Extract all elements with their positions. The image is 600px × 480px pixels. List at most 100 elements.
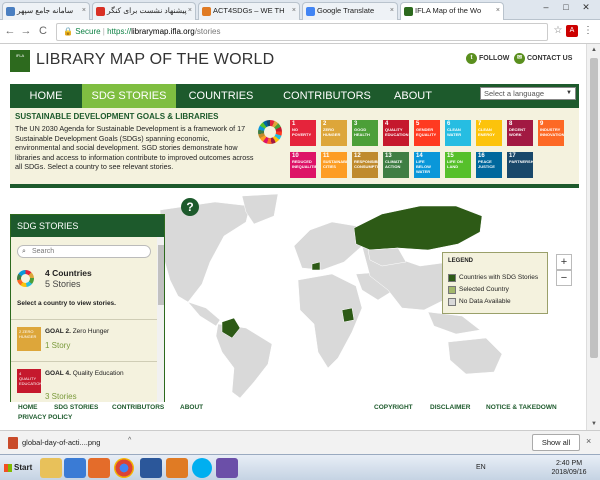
footer-home-link[interactable]: HOME (18, 404, 38, 411)
scroll-down-icon[interactable]: ▼ (587, 418, 600, 430)
tab-favicon-icon (96, 7, 105, 16)
help-icon[interactable]: ? (181, 198, 199, 216)
language-indicator[interactable]: EN (476, 464, 486, 471)
browser-tab[interactable]: سامانه جامع سپهر × (2, 2, 90, 20)
browser-menu-icon[interactable]: ⋮ (582, 25, 594, 37)
follow-link[interactable]: t FOLLOW (466, 53, 509, 64)
panel-scroll-thumb[interactable] (158, 245, 164, 305)
land-australia[interactable] (447, 337, 503, 375)
goal-story-count[interactable]: 1 Story (45, 341, 70, 350)
browser-tab-active[interactable]: IFLA Map of the Wo × (400, 2, 504, 20)
sdg-goal-8-tile[interactable]: 8 DECENT WORK (507, 120, 533, 146)
app-icon[interactable] (166, 458, 188, 478)
tab-close-icon[interactable]: × (188, 3, 192, 19)
scroll-up-icon[interactable]: ▲ (587, 44, 600, 56)
land-europe[interactable] (293, 221, 363, 271)
sdg-goal-15-tile[interactable]: 15 LIFE ON LAND (445, 152, 471, 178)
footer-notice-link[interactable]: NOTICE & TAKEDOWN (486, 404, 557, 411)
land-southeast-asia[interactable] (427, 311, 481, 335)
show-all-button[interactable]: Show all (532, 434, 580, 451)
land-north-america[interactable] (159, 201, 251, 303)
clock-date: 2018/09/16 (551, 469, 587, 476)
window-maximize-button[interactable]: □ (558, 2, 574, 14)
zoom-out-button[interactable]: − (556, 270, 572, 286)
nav-sdg-stories[interactable]: SDG STORIES (82, 84, 176, 108)
panel-scrollbar[interactable] (157, 237, 164, 402)
nav-home[interactable]: HOME (10, 84, 82, 108)
forward-arrow-icon[interactable]: → (20, 25, 32, 37)
star-bookmark-icon[interactable]: ☆ (552, 25, 564, 37)
nav-contributors[interactable]: CONTRIBUTORS (266, 84, 388, 108)
contact-link[interactable]: ✉ CONTACT US (514, 53, 572, 64)
land-africa[interactable] (297, 273, 363, 369)
footer-disclaimer-link[interactable]: DISCLAIMER (430, 404, 470, 411)
sdg-goal-16-tile[interactable]: 16 PEACE JUSTICE (476, 152, 502, 178)
window-minimize-button[interactable]: – (538, 2, 554, 14)
sdg-goal-5-tile[interactable]: 5 GENDER EQUALITY (414, 120, 440, 146)
reload-icon[interactable]: C (37, 25, 49, 37)
sdg-goal-6-tile[interactable]: 6 CLEAN WATER (445, 120, 471, 146)
tab-close-icon[interactable]: × (82, 3, 86, 19)
system-clock[interactable]: 2:40 PM 2018/09/16 (548, 459, 590, 477)
tab-close-icon[interactable]: × (390, 3, 394, 19)
land-russia[interactable] (353, 205, 483, 251)
footer-privacy-link[interactable]: PRIVACY POLICY (18, 414, 72, 421)
legend-swatch (448, 274, 456, 282)
footer-copyright-link[interactable]: COPYRIGHT (374, 404, 413, 411)
word-icon[interactable] (140, 458, 162, 478)
goal-label: CLEAN WATER (447, 127, 462, 137)
zoom-in-button[interactable]: + (556, 254, 572, 270)
media-player-icon[interactable] (88, 458, 110, 478)
sdg-goal-12-tile[interactable]: 12RESPONSIBLE CONSUMPTION (352, 152, 378, 178)
chrome-icon[interactable] (114, 458, 134, 478)
windows-logo-icon (4, 464, 12, 472)
sdg-goal-1-tile[interactable]: 1 NO POVERTY (290, 120, 316, 146)
sdg-goal-11-tile[interactable]: 11SUSTAINABLE CITIES (321, 152, 347, 178)
footer-sdg-stories-link[interactable]: SDG STORIES (54, 404, 98, 411)
sdg-goal-13-tile[interactable]: 13 CLIMATE ACTION (383, 152, 409, 178)
ifla-logo[interactable]: IFLA (10, 50, 30, 72)
app-icon[interactable] (216, 458, 238, 478)
tab-close-icon[interactable]: × (292, 3, 296, 19)
skype-icon[interactable] (192, 458, 212, 478)
pdf-extension-icon[interactable]: A (566, 25, 578, 37)
nav-about[interactable]: ABOUT (388, 84, 438, 108)
land-central-america[interactable] (187, 301, 221, 327)
close-icon[interactable]: × (586, 436, 591, 446)
sdg-goal-14-tile[interactable]: 14 LIFE BELOW WATER (414, 152, 440, 178)
search-input[interactable]: ⌕ Search (17, 245, 151, 258)
land-greenland[interactable] (241, 193, 279, 225)
start-button[interactable]: Start (2, 459, 36, 477)
nav-countries[interactable]: COUNTRIES (176, 84, 266, 108)
sdg-goal-7-tile[interactable]: 7 CLEAN ENERGY (476, 120, 502, 146)
tab-close-icon[interactable]: × (496, 3, 500, 19)
language-select[interactable]: Select a language ▼ (480, 87, 576, 100)
goal-story-count[interactable]: 3 Stories (45, 392, 77, 401)
land-kenya[interactable] (341, 307, 355, 323)
sdg-goal-3-tile[interactable]: 3 GOOD HEALTH (352, 120, 378, 146)
map-area[interactable]: ? SDG STORIES ⌕ Search 4 Countries 5 Sto… (10, 192, 586, 402)
download-filename[interactable]: global-day-of-acti....png (22, 438, 100, 447)
browser-tab[interactable]: ACT4SDGs – WE TH × (198, 2, 300, 20)
page-scrollbar[interactable]: ▲ ▼ (586, 44, 600, 430)
internet-explorer-icon[interactable] (64, 458, 86, 478)
back-arrow-icon[interactable]: ← (4, 25, 16, 37)
file-explorer-icon[interactable] (40, 458, 62, 478)
page-scroll-thumb[interactable] (590, 58, 598, 358)
goal-list-item[interactable]: 4 QUALITY EDUCATION GOAL 4. Quality Educ… (11, 361, 157, 402)
sdg-goal-10-tile[interactable]: 10REDUCED INEQUALITIES (290, 152, 316, 178)
sdg-goal-4-tile[interactable]: 4 QUALITY EDUCATION (383, 120, 409, 146)
window-close-button[interactable]: ✕ (578, 2, 594, 14)
land-south-america[interactable] (215, 323, 273, 399)
url-field[interactable]: 🔒 Secure | https://librarymap.ifla.org/s… (56, 23, 548, 41)
goal-list-item[interactable]: 2 ZERO HUNGER GOAL 2. Zero Hunger 1 Stor… (11, 319, 157, 361)
footer-contributors-link[interactable]: CONTRIBUTORS (112, 404, 164, 411)
browser-tab[interactable]: پیشنهاد نشست برای کنگر × (92, 2, 196, 20)
sdg-goal-2-tile[interactable]: 2 ZERO HUNGER (321, 120, 347, 146)
site-title[interactable]: LIBRARY MAP OF THE WORLD (36, 51, 274, 69)
sdg-goal-17-tile[interactable]: 17PARTNERSHIPS (507, 152, 533, 178)
browser-tab[interactable]: Google Translate × (302, 2, 398, 20)
sdg-goal-9-tile[interactable]: 9 INDUSTRY INNOVATION (538, 120, 564, 146)
footer-about-link[interactable]: ABOUT (180, 404, 203, 411)
chevron-up-icon[interactable]: ^ (128, 437, 131, 444)
